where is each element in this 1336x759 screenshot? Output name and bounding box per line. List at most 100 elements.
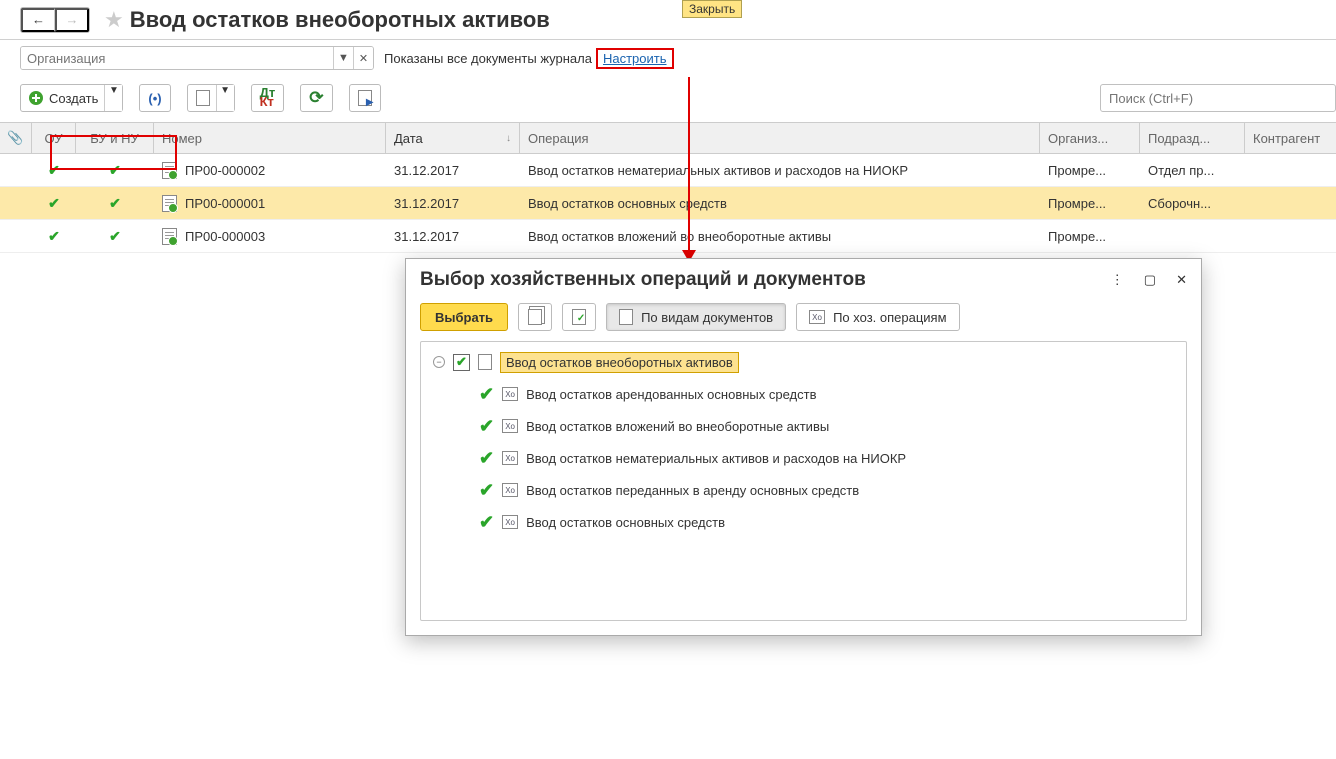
xo-icon: Xo xyxy=(502,387,518,401)
dtkt-button[interactable]: ДтКт xyxy=(251,84,285,112)
tree: − ✔ Ввод остатков внеоборотных активов ✔… xyxy=(420,341,1187,621)
create-dropdown-icon[interactable]: ▼ xyxy=(104,85,122,111)
nav-forward-button[interactable]: → xyxy=(55,8,89,32)
popup-window-controls: ⋮ ▢ ✕ xyxy=(1111,272,1187,288)
xo-icon: Xo xyxy=(809,310,825,324)
col-number[interactable]: Номер xyxy=(154,123,386,153)
tree-item[interactable]: ✔ Xo Ввод остатков вложений во внеоборотны… xyxy=(421,410,1186,442)
col-date[interactable]: Дата↓ xyxy=(386,123,520,153)
table-header: 📎 ОУ БУ и НУ Номер Дата↓ Операция Органи… xyxy=(0,122,1336,154)
tree-item-label: Ввод остатков нематериальных активов и р… xyxy=(526,451,906,466)
expander-icon[interactable]: − xyxy=(433,356,445,368)
search-input[interactable] xyxy=(1100,84,1336,112)
table-row[interactable]: ✔✔ПР00-00000231.12.2017Ввод остатков нем… xyxy=(0,154,1336,187)
tree-item-label: Ввод остатков арендованных основных сред… xyxy=(526,387,816,402)
nav-back-button[interactable]: ← xyxy=(21,8,55,32)
by-docs-toggle[interactable]: По видам документов xyxy=(606,303,786,331)
tree-item[interactable]: ✔ Xo Ввод остатков переданных в аренду осн… xyxy=(421,474,1186,506)
root-checkbox[interactable]: ✔ xyxy=(453,354,470,371)
popup-maximize-icon[interactable]: ▢ xyxy=(1144,272,1156,288)
favorite-star-icon[interactable]: ★ xyxy=(104,7,124,33)
by-docs-label: По видам документов xyxy=(641,310,773,325)
tree-item-label: Ввод остатков основных средств xyxy=(526,515,725,530)
by-ops-toggle[interactable]: Xo По хоз. операциям xyxy=(796,303,959,331)
col-ou[interactable]: ОУ xyxy=(32,123,76,153)
col-counterparty[interactable]: Контрагент xyxy=(1245,123,1336,153)
table-body: ✔✔ПР00-00000231.12.2017Ввод остатков нем… xyxy=(0,154,1336,253)
col-organization[interactable]: Организ... xyxy=(1040,123,1140,153)
refresh-icon: ⟳ xyxy=(309,88,323,108)
report-icon xyxy=(196,90,210,106)
page-icon xyxy=(619,309,633,325)
configure-highlight: Настроить xyxy=(596,48,674,69)
create-button-label: Создать xyxy=(49,91,98,106)
checkmark-icon: ✔ xyxy=(479,480,494,501)
select-button[interactable]: Выбрать xyxy=(420,303,508,331)
tree-root-label: Ввод остатков внеоборотных активов xyxy=(500,352,739,373)
org-select-group: ▼ ✕ xyxy=(20,46,374,70)
tree-item-label: Ввод остатков переданных в аренду основн… xyxy=(526,483,859,498)
exchange-icon: (•) xyxy=(148,91,161,106)
org-dropdown-button[interactable]: ▼ xyxy=(333,47,353,69)
refresh-button[interactable]: ⟳ xyxy=(300,84,332,112)
xo-icon: Xo xyxy=(502,419,518,433)
col-attachment[interactable]: 📎 xyxy=(0,123,32,153)
checkmark-icon: ✔ xyxy=(479,416,494,437)
sort-asc-icon: ↓ xyxy=(506,133,511,144)
tree-item[interactable]: ✔ Xo Ввод остатков основных средств xyxy=(421,506,1186,538)
by-ops-label: По хоз. операциям xyxy=(833,310,946,325)
close-tooltip: Закрыть xyxy=(682,0,742,18)
report-dropdown-icon[interactable]: ▼ xyxy=(216,85,234,111)
title-bar: ← → ★ Ввод остатков внеоборотных активов xyxy=(0,0,1336,40)
xo-icon: Xo xyxy=(502,451,518,465)
create-button[interactable]: Создать ▼ xyxy=(20,84,123,112)
table-row[interactable]: ✔✔ПР00-00000331.12.2017Ввод остатков вло… xyxy=(0,220,1336,253)
check-all-button[interactable] xyxy=(562,303,596,331)
checkmark-icon: ✔ xyxy=(109,162,121,179)
copy-button[interactable] xyxy=(518,303,552,331)
popup-close-icon[interactable]: ✕ xyxy=(1176,272,1187,288)
tree-item-label: Ввод остатков вложений во внеоборотные а… xyxy=(526,419,829,434)
checkmark-icon: ✔ xyxy=(479,448,494,469)
toolbar: Создать ▼ (•) ▼ ДтКт ⟳ ▶ xyxy=(0,76,1336,120)
data-exchange-button[interactable]: (•) xyxy=(139,84,170,112)
checkmark-icon: ✔ xyxy=(48,162,60,179)
checkmark-icon: ✔ xyxy=(48,195,60,212)
col-operation[interactable]: Операция xyxy=(520,123,1040,153)
tree-root-row[interactable]: − ✔ Ввод остатков внеоборотных активов xyxy=(421,346,1186,378)
tree-item[interactable]: ✔XoВвод остатков арендованных основных с… xyxy=(421,378,1186,410)
plus-icon xyxy=(29,91,43,105)
filter-bar: ▼ ✕ Показаны все документы журнала Настр… xyxy=(0,40,1336,76)
xo-icon: Xo xyxy=(502,515,518,529)
table-row[interactable]: ✔✔ПР00-00000131.12.2017Ввод остатков осн… xyxy=(0,187,1336,220)
checkmark-icon: ✔ xyxy=(479,512,494,533)
document-icon xyxy=(162,162,177,179)
col-department[interactable]: Подразд... xyxy=(1140,123,1245,153)
checkmark-icon: ✔ xyxy=(48,228,60,245)
filter-info-text: Показаны все документы журнала xyxy=(384,51,592,66)
print-button[interactable]: ▶ xyxy=(349,84,381,112)
popup-title: Выбор хозяйственных операций и документо… xyxy=(420,269,866,291)
col-bunu[interactable]: БУ и НУ xyxy=(76,123,154,153)
document-icon xyxy=(162,228,177,245)
configure-link[interactable]: Настроить xyxy=(600,49,670,68)
page-icon xyxy=(478,354,492,370)
popup-toolbar: Выбрать По видам документов Xo По хоз. о… xyxy=(406,297,1201,341)
page-check-icon xyxy=(572,309,586,325)
report-button[interactable]: ▼ xyxy=(187,84,235,112)
page-icon: ▶ xyxy=(358,90,372,106)
checkmark-icon: ✔ xyxy=(109,195,121,212)
document-icon xyxy=(162,195,177,212)
copy-icon xyxy=(528,309,542,325)
xo-icon: Xo xyxy=(502,483,518,497)
popup-header: Выбор хозяйственных операций и документо… xyxy=(406,259,1201,297)
nav-group: ← → xyxy=(20,7,90,33)
tree-item[interactable]: ✔ Xo Ввод остатков нематериальных активов … xyxy=(421,442,1186,474)
org-input[interactable] xyxy=(21,47,333,69)
popup-menu-icon[interactable]: ⋮ xyxy=(1111,272,1124,288)
paperclip-icon: 📎 xyxy=(7,130,23,146)
checkmark-icon: ✔ xyxy=(109,228,121,245)
org-clear-button[interactable]: ✕ xyxy=(353,47,373,69)
dtkt-icon: ДтКт xyxy=(260,89,276,107)
page-title: Ввод остатков внеоборотных активов xyxy=(130,7,550,33)
